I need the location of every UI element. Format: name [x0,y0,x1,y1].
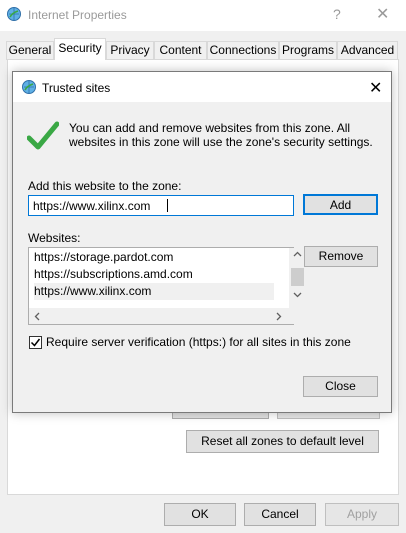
tab-advanced[interactable]: Advanced [337,41,398,60]
parent-window-title: Internet Properties [28,8,127,22]
green-checkmark-icon [27,121,59,150]
apply-button[interactable]: Apply [325,503,399,526]
add-website-label: Add this website to the zone: [28,179,182,193]
cancel-button[interactable]: Cancel [244,503,316,526]
scrollbar-corner [289,308,306,324]
trusted-sites-dialog: Trusted sites ✕ You can add and remove w… [12,71,392,413]
internet-globe-icon [7,7,21,21]
tab-programs[interactable]: Programs [279,41,337,60]
parent-close-icon[interactable]: ✕ [376,4,389,24]
require-https-label[interactable]: Require server verification (https:) for… [46,335,351,349]
ok-button[interactable]: OK [164,503,236,526]
reset-all-zones-button[interactable]: Reset all zones to default level [186,430,379,453]
vertical-scroll-thumb[interactable] [291,268,304,286]
scroll-up-arrow-icon[interactable] [293,251,302,257]
parent-title-bar: Internet Properties ? ✕ [0,0,406,31]
close-button[interactable]: Close [303,376,378,397]
tab-general[interactable]: General [6,41,54,60]
list-item[interactable]: https://storage.pardot.com [34,249,274,266]
checkbox-checkmark-icon [30,338,41,347]
dialog-title-bar: Trusted sites ✕ [13,72,391,102]
trusted-sites-globe-icon [22,80,36,94]
websites-listbox[interactable]: https://storage.pardot.com https://subsc… [28,247,306,325]
tab-security[interactable]: Security [54,38,106,60]
dialog-title: Trusted sites [42,81,111,95]
websites-label: Websites: [28,231,81,245]
scroll-down-arrow-icon[interactable] [293,292,302,298]
tab-content[interactable]: Content [154,41,207,60]
list-item[interactable]: https://www.xilinx.com [34,283,274,300]
website-url-input[interactable] [28,195,294,216]
remove-button[interactable]: Remove [304,246,378,267]
list-item[interactable]: https://subscriptions.amd.com [34,266,274,283]
require-https-checkbox[interactable] [29,336,42,349]
add-button[interactable]: Add [303,194,378,215]
tab-privacy[interactable]: Privacy [106,41,154,60]
scroll-right-arrow-icon[interactable] [276,312,282,321]
horizontal-scrollbar[interactable] [29,308,289,324]
scroll-left-arrow-icon[interactable] [34,312,40,321]
tab-connections[interactable]: Connections [207,41,279,60]
text-caret [167,199,168,212]
zone-description: You can add and remove websites from thi… [69,121,373,149]
dialog-close-icon[interactable]: ✕ [369,78,382,98]
help-icon[interactable]: ? [333,6,341,22]
